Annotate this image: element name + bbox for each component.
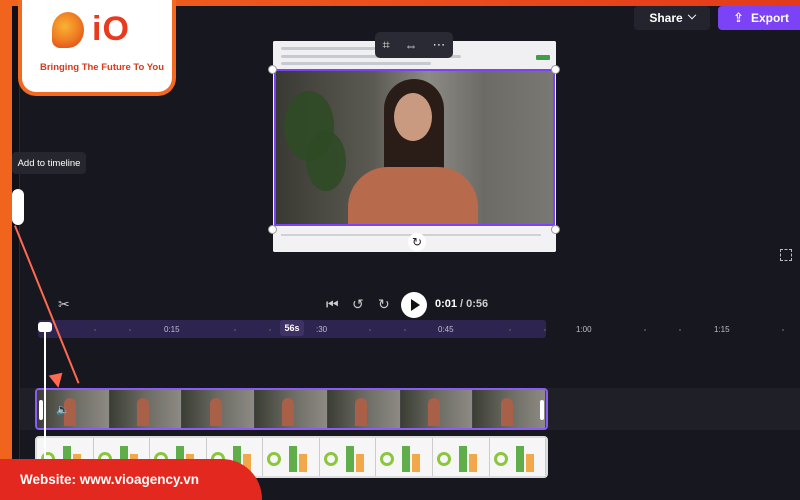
scissors-icon[interactable]: ✂: [58, 296, 70, 313]
logo-tagline: Bringing The Future To You: [40, 62, 165, 73]
clip-thumbnail: [376, 438, 433, 476]
ruler-dot: [94, 329, 96, 331]
clip-thumbnail: [182, 390, 256, 428]
ruler-dot: [509, 329, 511, 331]
website-banner: Website: www.vioagency.vn: [0, 459, 262, 500]
tooltip-text: Add to timeline: [17, 157, 81, 169]
resize-handle[interactable]: [268, 225, 277, 234]
tick-label: 1:15: [714, 325, 730, 334]
volume-icon[interactable]: 🔈: [56, 403, 70, 416]
play-icon: [410, 299, 420, 311]
ruler-dot: [404, 329, 406, 331]
preview-ribbon-strip: [281, 62, 431, 65]
clip-thumbnail: [400, 390, 474, 428]
presenter-body: [348, 167, 478, 224]
rewind-5-icon[interactable]: ↺: [352, 296, 364, 313]
resize-handle[interactable]: [551, 65, 560, 74]
floating-toolbar: ⌗ ⇔ ⋯: [375, 32, 453, 58]
presenter-video[interactable]: [274, 69, 555, 226]
clip-thumbnail: [263, 438, 320, 476]
plant-shape: [306, 131, 346, 191]
video-clip[interactable]: [35, 388, 548, 430]
ruler-dot: [544, 329, 546, 331]
fit-icon[interactable]: ⇔: [405, 38, 418, 53]
duration-badge: 56s: [280, 320, 304, 336]
clip-thumbnail: [489, 438, 546, 476]
fullscreen-icon[interactable]: [780, 249, 792, 261]
tick-label: :30: [316, 325, 328, 334]
ruler-dot: [129, 329, 131, 331]
share-label: Share: [649, 11, 683, 25]
tick-label: 1:00: [576, 325, 592, 334]
clip-thumbnail: [432, 438, 490, 476]
play-button[interactable]: [401, 292, 427, 318]
total-time-value: 0:56: [466, 298, 489, 310]
ruler-dot: [782, 329, 784, 331]
forward-5-icon[interactable]: ↻: [378, 296, 390, 313]
clip-trim-handle-right[interactable]: [540, 400, 544, 420]
ruler-dot: [679, 329, 681, 331]
chevron-down-icon: [687, 10, 696, 20]
clip-thumbnail: [255, 390, 328, 428]
ruler-dot: [234, 329, 236, 331]
logo-wordmark: iO: [92, 10, 130, 48]
clip-thumbnail: [37, 390, 110, 428]
clip-trim-handle-left[interactable]: [39, 400, 43, 420]
add-to-timeline-tooltip: Add to timeline: [12, 152, 86, 174]
clip-thumbnail: [473, 390, 546, 428]
current-time: 0:01: [435, 298, 458, 310]
rotate-icon[interactable]: ↻: [408, 233, 426, 251]
ruler-dot: [644, 329, 646, 331]
ruler-dot: [369, 329, 371, 331]
crop-icon[interactable]: ⌗: [382, 37, 389, 53]
tick-label: 0:15: [164, 325, 180, 334]
website-text: Website: www.vioagency.vn: [20, 472, 200, 487]
clip-thumbnail: [327, 390, 401, 428]
export-button[interactable]: ⇪ Export: [718, 6, 800, 30]
total-time: / 0:56: [460, 298, 488, 310]
ruler-dot: [269, 329, 271, 331]
presenter-face: [394, 93, 432, 141]
export-label: Export: [750, 11, 789, 25]
upload-icon: ⇪: [733, 10, 744, 25]
timeline-ruler[interactable]: 0:15 :30 0:45 1:00 1:15: [34, 320, 800, 340]
video-preview[interactable]: [273, 41, 556, 252]
clip-thumbnail: [319, 438, 377, 476]
share-button[interactable]: Share: [634, 6, 710, 30]
tick-label: 0:45: [438, 325, 454, 334]
hand-cursor-icon: [12, 189, 24, 225]
vio-logo: iO Bringing The Future To You: [18, 0, 176, 96]
logo-mark-icon: [52, 12, 84, 48]
preview-share-chip: [536, 55, 550, 60]
clip-thumbnail: [109, 390, 183, 428]
annotation-arrow-head: [48, 372, 66, 390]
resize-handle[interactable]: [268, 65, 277, 74]
time-separator: /: [460, 298, 464, 310]
resize-handle[interactable]: [551, 225, 560, 234]
more-icon[interactable]: ⋯: [433, 37, 446, 53]
skip-back-icon[interactable]: ⏮: [326, 296, 339, 313]
